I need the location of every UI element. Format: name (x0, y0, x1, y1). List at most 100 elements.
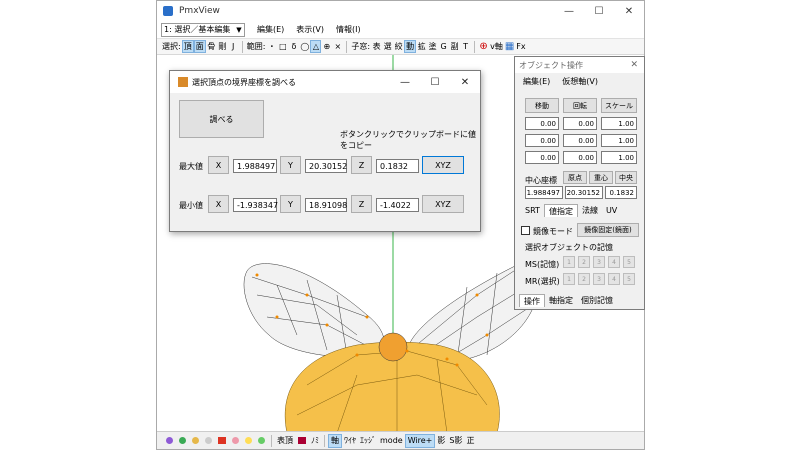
scale-button[interactable]: スケール (601, 98, 637, 113)
child-sub-button[interactable]: 副 (449, 40, 460, 53)
mr-slot-2[interactable]: 2 (578, 273, 590, 285)
check-button[interactable]: 調べる (179, 100, 264, 138)
dialog-maximize-button[interactable]: ☐ (420, 71, 450, 93)
status-nomi[interactable]: ﾉﾐ (309, 434, 321, 448)
light-green-dot-icon[interactable] (258, 437, 265, 444)
min-x-field[interactable]: -1.938347 (233, 198, 278, 212)
min-y-field[interactable]: 18.91098 (305, 198, 347, 212)
ms-slot-5[interactable]: 5 (623, 256, 635, 268)
mr-slot-1[interactable]: 1 (563, 273, 575, 285)
min-z-field[interactable]: -1.4022 (376, 198, 419, 212)
range-point-button[interactable]: ・ (266, 40, 277, 53)
center-gravity-button[interactable]: 重心 (589, 171, 613, 184)
ms-slot-3[interactable]: 3 (593, 256, 605, 268)
color-swatch-icon[interactable] (298, 437, 306, 444)
min-y-button[interactable]: Y (280, 195, 301, 213)
child-filter-button[interactable]: 絞 (393, 40, 404, 53)
tab-axis-spec[interactable]: 軸指定 (545, 294, 577, 307)
status-ortho[interactable]: 正 (464, 434, 476, 448)
select-face-button[interactable]: 面 (193, 40, 206, 53)
yellow-dot-icon[interactable] (192, 437, 199, 444)
maximize-button[interactable]: ☐ (584, 1, 614, 21)
child-move-button[interactable]: 動 (404, 40, 417, 53)
menu-edit[interactable]: 編集(E) (257, 24, 284, 35)
light-yellow-dot-icon[interactable] (245, 437, 252, 444)
range-circle-button[interactable]: ◯ (299, 40, 310, 53)
center-z-field[interactable]: 0.1832 (605, 186, 637, 199)
center-origin-button[interactable]: 原点 (563, 171, 587, 184)
child-scale-button[interactable]: 拡 (416, 40, 427, 53)
ms-slot-2[interactable]: 2 (578, 256, 590, 268)
tab-srt[interactable]: SRT (521, 204, 544, 217)
mode-select[interactable]: 1: 選択／基本編集 ▼ (161, 22, 245, 37)
child-t-button[interactable]: T (460, 40, 471, 53)
center-x-field[interactable]: 1.988497 (525, 186, 563, 199)
scale-y-field[interactable]: 1.00 (601, 134, 637, 147)
max-z-button[interactable]: Z (351, 156, 372, 174)
range-rect-button[interactable]: □ (277, 40, 288, 53)
mr-slot-4[interactable]: 4 (608, 273, 620, 285)
status-wire-plus[interactable]: Wire+ (404, 433, 436, 448)
rotate-button[interactable]: 回転 (563, 98, 597, 113)
min-xyz-button[interactable]: XYZ (422, 195, 464, 213)
max-y-field[interactable]: 20.30152 (305, 159, 347, 173)
status-wire[interactable]: ﾜｲﾔ (342, 434, 358, 448)
status-vertex-table[interactable]: 表頂 (275, 434, 295, 448)
child-g-button[interactable]: G (438, 40, 449, 53)
status-mode[interactable]: mode (378, 434, 405, 448)
min-z-button[interactable]: Z (351, 195, 372, 213)
scale-x-field[interactable]: 1.00 (601, 117, 637, 130)
child-select-button[interactable]: 選 (382, 40, 393, 53)
minimize-button[interactable]: — (554, 1, 584, 21)
menu-info[interactable]: 情報(I) (336, 24, 361, 35)
mirror-fix-button[interactable]: 鏡像固定(鏡面) (577, 223, 639, 237)
red-triangle-icon[interactable] (218, 437, 226, 444)
max-z-field[interactable]: 0.1832 (376, 159, 419, 173)
close-button[interactable]: ✕ (614, 1, 644, 21)
dialog-minimize-button[interactable]: — (390, 71, 420, 93)
min-x-button[interactable]: X (208, 195, 229, 213)
status-self-shadow[interactable]: S影 (447, 434, 464, 448)
move-button[interactable]: 移動 (525, 98, 559, 113)
max-y-button[interactable]: Y (280, 156, 301, 174)
select-rigid-button[interactable]: 剛 (217, 40, 228, 53)
rotate-x-field[interactable]: 0.00 (563, 117, 597, 130)
max-x-field[interactable]: 1.988497 (233, 159, 277, 173)
ms-slot-4[interactable]: 4 (608, 256, 620, 268)
move-z-field[interactable]: 0.00 (525, 151, 559, 164)
range-plus-button[interactable]: ⊕ (321, 40, 332, 53)
max-xyz-button[interactable]: XYZ (422, 156, 464, 174)
status-shadow[interactable]: 影 (435, 434, 447, 448)
close-icon[interactable]: ✕ (630, 60, 638, 70)
gray-dot-icon[interactable] (205, 437, 212, 444)
menu-view[interactable]: 表示(V) (296, 24, 324, 35)
tab-value[interactable]: 値指定 (543, 204, 578, 217)
tab-uv[interactable]: UV (602, 204, 621, 217)
move-y-field[interactable]: 0.00 (525, 134, 559, 147)
select-bone-button[interactable]: 骨 (206, 40, 217, 53)
axis-target-icon[interactable]: ⊕ (478, 40, 489, 53)
object-menu-virtual-axis[interactable]: 仮想軸(V) (562, 76, 598, 87)
purple-dot-icon[interactable] (166, 437, 173, 444)
status-axis[interactable]: 軸 (328, 433, 342, 448)
range-triangle-button[interactable]: △ (310, 40, 322, 53)
move-x-field[interactable]: 0.00 (525, 117, 559, 130)
range-clear-button[interactable]: × (332, 40, 343, 53)
tab-operation[interactable]: 操作 (519, 294, 545, 307)
child-paint-button[interactable]: 塗 (427, 40, 438, 53)
rotate-y-field[interactable]: 0.00 (563, 134, 597, 147)
fx-button[interactable]: Fx (515, 40, 526, 53)
green-dot-icon[interactable] (179, 437, 186, 444)
max-x-button[interactable]: X (208, 156, 229, 174)
center-middle-button[interactable]: 中央 (615, 171, 637, 184)
range-lasso-button[interactable]: δ (288, 40, 299, 53)
pink-dot-icon[interactable] (232, 437, 239, 444)
status-edge[interactable]: ｴｯｼﾞ (358, 434, 378, 448)
tab-individual-memory[interactable]: 個別記憶 (577, 294, 617, 307)
tab-normal[interactable]: 法線 (578, 204, 602, 217)
object-menu-edit[interactable]: 編集(E) (523, 76, 550, 87)
dialog-close-button[interactable]: ✕ (450, 71, 480, 93)
mr-slot-5[interactable]: 5 (623, 273, 635, 285)
mr-slot-3[interactable]: 3 (593, 273, 605, 285)
select-vertex-button[interactable]: 頂 (181, 40, 194, 53)
